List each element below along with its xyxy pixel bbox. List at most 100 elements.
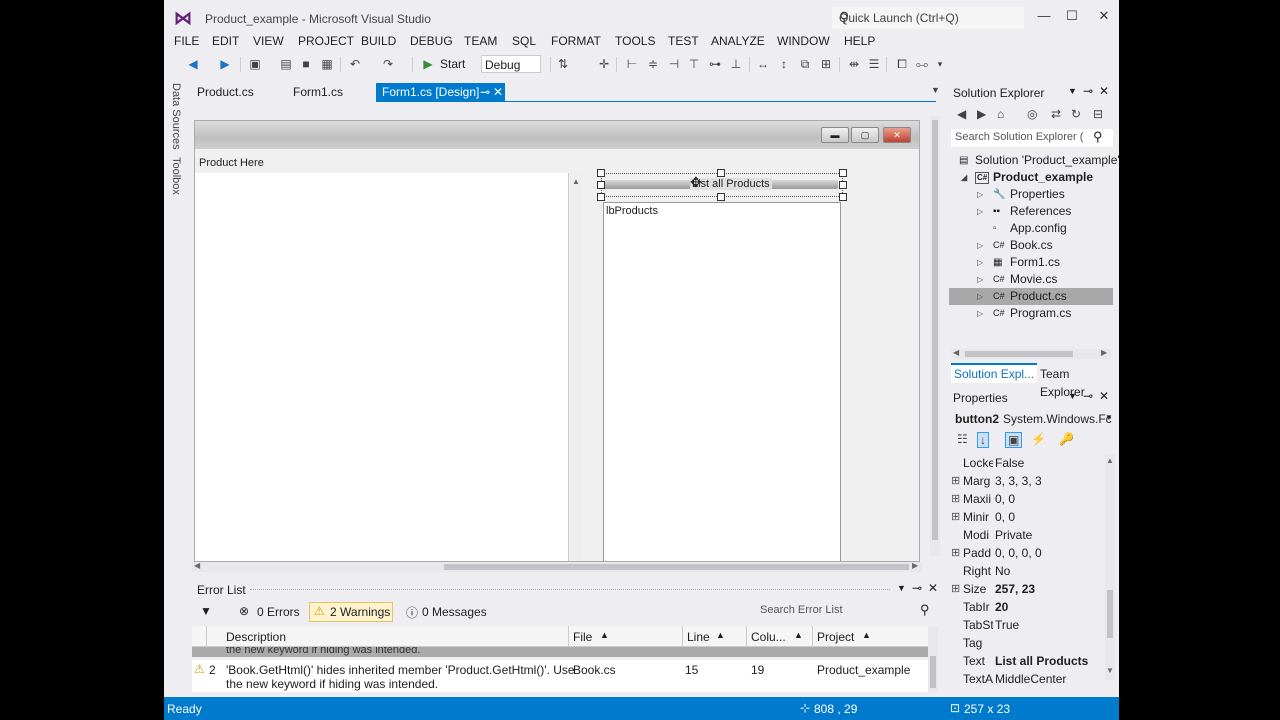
column-project[interactable]: Project — [817, 630, 854, 644]
collapsed-arrow-icon[interactable]: ▷ — [977, 305, 983, 322]
resize-handle[interactable] — [839, 181, 847, 189]
tab-form1-design[interactable]: Form1.cs [Design] ⊸ ✕ — [376, 83, 505, 101]
tree-item-product-cs[interactable]: ▷ C# Product.cs — [949, 288, 1113, 305]
size-to-grid-icon[interactable]: ⊞ — [818, 56, 834, 72]
make-same-size-icon[interactable]: ⧉ — [797, 56, 813, 72]
maximize-button[interactable]: ☐ — [1058, 6, 1086, 26]
menu-team[interactable]: TEAM — [464, 34, 497, 48]
align-left-icon[interactable]: ⊢ — [624, 56, 640, 72]
save-all-icon[interactable]: ▦ — [319, 56, 335, 72]
error-list-search-input[interactable]: Search Error List ⚲ — [752, 600, 942, 622]
refresh-icon[interactable]: ↻ — [1071, 107, 1081, 121]
menu-help[interactable]: HELP — [844, 34, 875, 48]
property-row[interactable]: Text List all Products — [949, 652, 1099, 670]
collapsed-arrow-icon[interactable]: ▷ — [977, 203, 983, 220]
column-file[interactable]: File — [573, 630, 592, 644]
collapsed-arrow-icon[interactable]: ▷ — [977, 271, 983, 288]
table-row[interactable]: the new keyword if hiding was intended. — [192, 647, 936, 657]
home-icon[interactable]: ⌂ — [997, 107, 1004, 121]
pin-icon[interactable]: ⊸ — [1083, 389, 1093, 403]
tree-item-project[interactable]: ◢ C# Product_example — [949, 169, 1119, 186]
resize-handle[interactable] — [717, 193, 725, 201]
property-row[interactable]: Right No — [949, 562, 1099, 580]
close-icon[interactable]: ✕ — [928, 581, 938, 595]
property-row[interactable]: ⊞ Maxii 0, 0 — [949, 490, 1099, 508]
product-textbox-scrollbar[interactable]: ▲ — [570, 173, 582, 561]
property-pages-icon[interactable]: 🔑 — [1059, 432, 1074, 446]
resize-handle[interactable] — [839, 193, 847, 201]
pin-icon[interactable]: ⊸ — [912, 581, 922, 595]
property-row[interactable]: ⊞ Minir 0, 0 — [949, 508, 1099, 526]
bring-to-front-icon[interactable]: ⧠ — [894, 56, 910, 72]
alphabetical-icon[interactable]: ↓ — [977, 432, 989, 448]
make-same-width-icon[interactable]: ↔ — [755, 56, 771, 72]
designed-form[interactable]: ▬ ▢ ✕ Product Here ▲ List all Products ✥ — [194, 120, 920, 562]
resize-handle[interactable] — [839, 169, 847, 177]
column-column[interactable]: Colu... — [751, 630, 786, 644]
minimize-button[interactable]: — — [1030, 6, 1058, 26]
messages-filter-button[interactable]: ⓘ 0 Messages — [404, 602, 494, 622]
pin-icon[interactable]: ⊸ — [480, 83, 490, 101]
menu-debug[interactable]: DEBUG — [410, 34, 453, 48]
menu-edit[interactable]: EDIT — [212, 34, 239, 48]
close-button[interactable]: ✕ — [1090, 6, 1118, 26]
start-play-icon[interactable]: ▶ — [420, 56, 436, 72]
menu-tools[interactable]: TOOLS — [615, 34, 655, 48]
vertical-spacing-icon[interactable]: ☰ — [866, 56, 882, 72]
collapse-all-icon[interactable]: ⊟ — [1093, 107, 1103, 121]
designer-v-scrollbar[interactable] — [930, 116, 940, 556]
menu-file[interactable]: FILE — [174, 34, 199, 48]
tree-item-app-config[interactable]: ▫ App.config — [949, 220, 1119, 237]
designer-h-scrollbar[interactable]: ◀ ▶ — [192, 561, 922, 572]
resize-handle[interactable] — [597, 193, 605, 201]
align-to-grid-icon[interactable]: ✛ — [596, 56, 612, 72]
menu-sql[interactable]: SQL — [512, 34, 536, 48]
column-description[interactable]: Description — [226, 630, 286, 644]
designer-h-thumb[interactable] — [444, 564, 909, 570]
tree-item-book-cs[interactable]: ▷ C# Book.cs — [949, 237, 1119, 254]
save-icon[interactable]: ■ — [298, 56, 314, 72]
expand-icon[interactable]: ⊞ — [951, 580, 960, 598]
solution-h-thumb[interactable] — [965, 351, 1073, 357]
expanded-arrow-icon[interactable]: ◢ — [961, 169, 967, 186]
menu-project[interactable]: PROJECT — [298, 34, 354, 48]
properties-view-icon[interactable]: ▣ — [1005, 432, 1023, 448]
menu-build[interactable]: BUILD — [361, 34, 396, 48]
data-sources-tab[interactable]: Data Sources — [166, 83, 182, 150]
scroll-down-icon[interactable]: ▼ — [1106, 666, 1114, 675]
property-row[interactable]: TabSt True — [949, 616, 1099, 634]
menu-view[interactable]: VIEW — [253, 34, 284, 48]
expand-icon[interactable]: ⊞ — [951, 490, 960, 508]
configuration-select[interactable]: Debug — [481, 55, 541, 73]
scroll-up-icon[interactable]: ▲ — [1106, 456, 1114, 465]
pin-icon[interactable]: ⊸ — [1083, 84, 1093, 98]
scroll-up-icon[interactable]: ▲ — [572, 177, 580, 186]
collapsed-arrow-icon[interactable]: ▷ — [977, 186, 983, 203]
open-file-icon[interactable]: ▤ — [278, 56, 294, 72]
quick-launch-input[interactable]: Quick Launch (Ctrl+Q) ⚲ — [832, 7, 1024, 29]
new-project-icon[interactable]: ▣ — [247, 56, 263, 72]
tab-product-cs[interactable]: Product.cs — [191, 83, 260, 101]
property-row[interactable]: TextA MiddleCenter — [949, 670, 1099, 688]
property-row[interactable]: Tag — [949, 634, 1099, 652]
collapsed-arrow-icon[interactable]: ▷ — [977, 254, 983, 271]
start-button[interactable]: Start — [440, 57, 465, 71]
property-row[interactable]: TabIr 20 — [949, 598, 1099, 616]
tab-order-icon[interactable]: ⇅ — [555, 56, 571, 72]
property-row[interactable]: Locke False — [949, 454, 1099, 472]
toolbox-tab[interactable]: Toolbox — [166, 157, 182, 195]
solution-h-scrollbar[interactable]: ◀ ▶ — [951, 348, 1111, 359]
column-line[interactable]: Line — [687, 630, 710, 644]
error-list-v-scrollbar[interactable] — [928, 626, 938, 692]
align-middle-icon[interactable]: ⊶ — [707, 56, 723, 72]
expand-icon[interactable]: ⊞ — [951, 472, 960, 490]
tree-item-program-cs[interactable]: ▷ C# Program.cs — [949, 305, 1119, 322]
expand-icon[interactable]: ⊞ — [951, 544, 960, 562]
forward-icon[interactable]: ▶ — [977, 107, 986, 121]
resize-handle[interactable] — [597, 169, 605, 177]
product-label[interactable]: Product Here — [199, 157, 264, 169]
products-listbox[interactable]: lbProducts — [603, 202, 841, 561]
property-row[interactable]: Modi Private — [949, 526, 1099, 544]
object-selector[interactable]: button2 System.Windows.Fc ▼ — [951, 410, 1115, 428]
forward-icon[interactable]: ▶ — [217, 56, 233, 72]
